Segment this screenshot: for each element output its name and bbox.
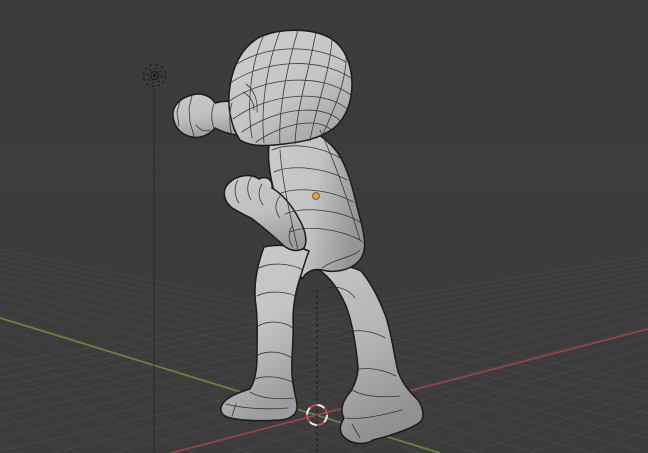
object-origin-dot (313, 193, 320, 200)
viewport-svg (0, 0, 648, 453)
viewport-canvas[interactable] (0, 0, 648, 453)
light-center-dot-icon (152, 73, 157, 78)
point-light-gizmo[interactable] (144, 65, 166, 87)
